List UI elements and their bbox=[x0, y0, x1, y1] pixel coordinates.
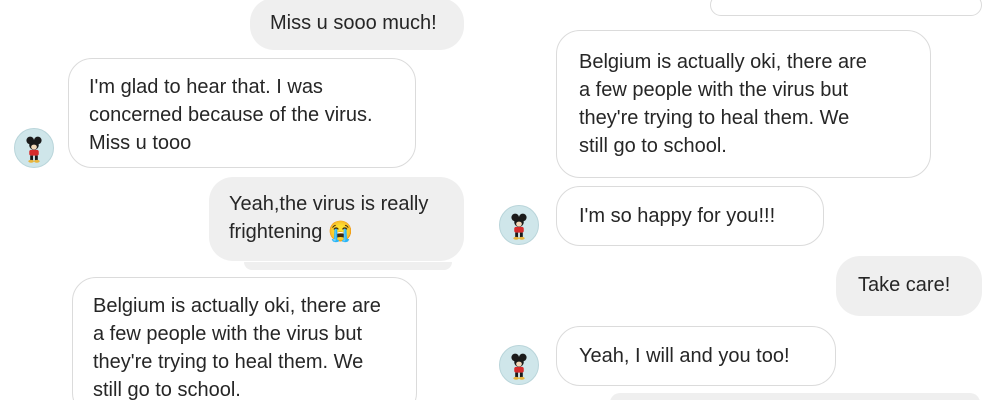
contact-avatar[interactable] bbox=[14, 128, 54, 168]
received-message-bubble[interactable]: Yeah, I will and you too! bbox=[556, 326, 836, 386]
received-message-bubble[interactable]: I'm glad to hear that. I was concerned b… bbox=[68, 58, 416, 168]
next-message-bubble-edge bbox=[610, 393, 980, 400]
contact-avatar[interactable] bbox=[499, 345, 539, 385]
sent-message-bubble[interactable]: Take care! bbox=[836, 256, 982, 316]
received-message-bubble[interactable]: I'm so happy for you!!! bbox=[556, 186, 824, 246]
message-reaction-bar bbox=[244, 262, 452, 270]
message-reaction-bar bbox=[710, 0, 982, 16]
contact-avatar[interactable] bbox=[499, 205, 539, 245]
received-message-bubble[interactable]: Belgium is actually oki, there are a few… bbox=[72, 277, 417, 400]
mickey-mouse-avatar-icon bbox=[26, 136, 42, 163]
mickey-mouse-avatar-icon bbox=[511, 213, 527, 240]
right-chat-pane: Belgium is actually oki, there are a few… bbox=[490, 0, 1000, 400]
left-chat-pane: Miss u sooo much! I'm glad to hear that.… bbox=[0, 0, 490, 400]
received-message-bubble[interactable]: Belgium is actually oki, there are a few… bbox=[556, 30, 931, 178]
mickey-mouse-avatar-icon bbox=[511, 353, 527, 380]
sent-message-bubble[interactable]: Yeah,the virus is really frightening 😭 bbox=[209, 177, 464, 261]
sent-message-bubble[interactable]: Miss u sooo much! bbox=[250, 0, 464, 50]
